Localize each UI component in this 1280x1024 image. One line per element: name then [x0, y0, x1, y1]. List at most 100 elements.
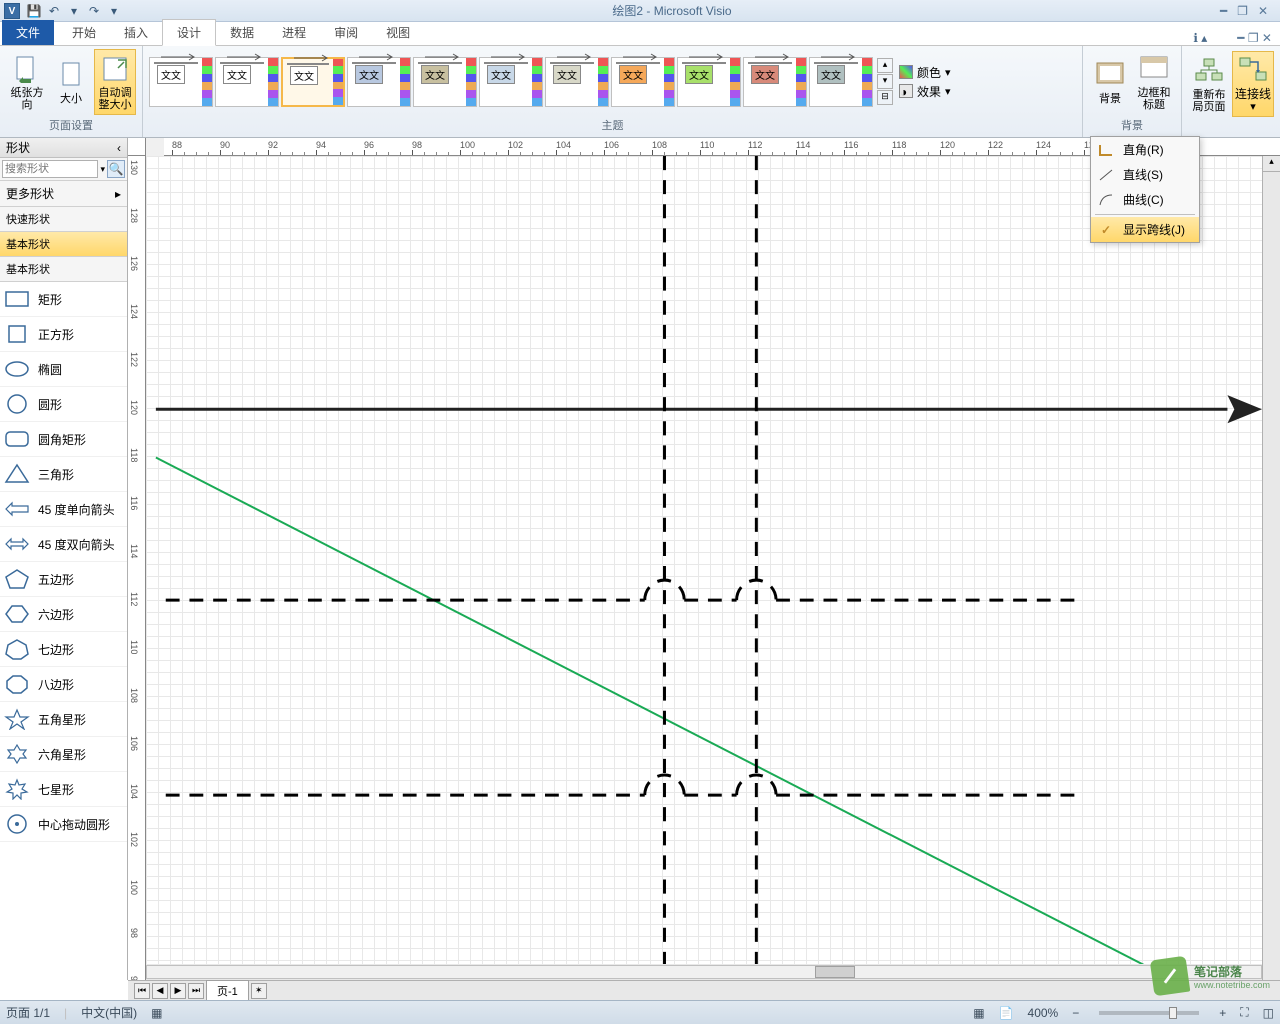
menu-right-angle[interactable]: 直角(R)	[1091, 137, 1199, 162]
status-page: 页面 1/1	[6, 1004, 50, 1021]
stencil-basic[interactable]: 基本形状	[0, 232, 127, 257]
zoom-in[interactable]: +	[1219, 1006, 1226, 1020]
shape-item-9[interactable]: 六边形	[0, 597, 127, 632]
help-icon[interactable]: ℹ ▴	[1193, 31, 1207, 45]
theme-item-2[interactable]: 文文	[281, 57, 345, 107]
minimize-icon[interactable]: ━	[1220, 4, 1227, 18]
shapes-search-button[interactable]: 🔍	[107, 160, 125, 178]
vscrollbar[interactable]: ▴	[1262, 156, 1280, 980]
qat-save[interactable]: 💾	[25, 2, 43, 20]
tab-view[interactable]: 视图	[372, 20, 424, 45]
shape-item-14[interactable]: 七星形	[0, 772, 127, 807]
tab-home[interactable]: 开始	[58, 20, 110, 45]
fit-window-icon[interactable]: ⛶	[1240, 1005, 1248, 1020]
ribbon: 纸张方向 大小 自动调整大小 页面设置 文文文文文文文文文文文文文文文文文文文文…	[0, 46, 1280, 138]
shapes-panel: 形状‹ ▾ 🔍 更多形状▸ 快速形状 基本形状 基本形状 矩形正方形椭圆圆形圆角…	[0, 138, 128, 980]
shape-item-8[interactable]: 五边形	[0, 562, 127, 597]
shape-item-15[interactable]: 中心拖动圆形	[0, 807, 127, 842]
page-prev[interactable]: ◀	[152, 983, 168, 999]
shape-item-2[interactable]: 椭圆	[0, 352, 127, 387]
shape-item-6[interactable]: 45 度单向箭头	[0, 492, 127, 527]
theme-item-5[interactable]: 文文	[479, 57, 543, 107]
page-next[interactable]: ▶	[170, 983, 186, 999]
connectors-button[interactable]: 连接线▾	[1232, 51, 1274, 117]
page-last[interactable]: ⏭	[188, 983, 204, 999]
theme-scroll-up[interactable]: ▴	[877, 58, 893, 73]
relayout-button[interactable]: 重新布局页面	[1188, 51, 1230, 117]
tab-process[interactable]: 进程	[268, 20, 320, 45]
tab-data[interactable]: 数据	[216, 20, 268, 45]
shape-item-11[interactable]: 八边形	[0, 667, 127, 702]
group-layout: 重新布局页面 连接线▾	[1182, 46, 1280, 137]
group-themes: 文文文文文文文文文文文文文文文文文文文文文文 ▴ ▾ ⊟ 颜色 ▾ ◑效果 ▾ …	[143, 46, 1083, 137]
shape-item-3[interactable]: 圆形	[0, 387, 127, 422]
background-button[interactable]: 背景	[1089, 49, 1131, 115]
shape-item-0[interactable]: 矩形	[0, 282, 127, 317]
theme-item-10[interactable]: 文文	[809, 57, 873, 107]
app-icon: V	[4, 3, 20, 19]
theme-item-6[interactable]: 文文	[545, 57, 609, 107]
qat-customize[interactable]: ▾	[105, 2, 123, 20]
hscrollbar[interactable]	[146, 964, 1262, 980]
stencil-basic-header: 基本形状	[0, 257, 127, 282]
status-page-width-icon[interactable]: 📄	[999, 1006, 1014, 1020]
drawing-content	[146, 156, 1262, 980]
menu-curved[interactable]: 曲线(C)	[1091, 187, 1199, 212]
shapes-search-input[interactable]	[2, 160, 98, 178]
status-language[interactable]: 中文(中国)	[81, 1004, 137, 1021]
shape-item-7[interactable]: 45 度双向箭头	[0, 527, 127, 562]
menu-straight[interactable]: 直线(S)	[1091, 162, 1199, 187]
theme-item-3[interactable]: 文文	[347, 57, 411, 107]
status-zoom[interactable]: 400%	[1028, 1006, 1059, 1020]
page-tab-1[interactable]: 页-1	[206, 980, 249, 1002]
size-button[interactable]: 大小	[50, 49, 92, 115]
watermark: 笔记部落 www.notetribe.com	[1152, 958, 1270, 994]
tab-design[interactable]: 设计	[162, 19, 216, 46]
restore-icon[interactable]: ❐	[1237, 4, 1248, 18]
tab-review[interactable]: 审阅	[320, 20, 372, 45]
qat-redo[interactable]: ↷	[85, 2, 103, 20]
theme-scroll-down[interactable]: ▾	[877, 74, 893, 89]
connector-dropdown-menu: 直角(R) 直线(S) 曲线(C) ✓显示跨线(J)	[1090, 136, 1200, 243]
status-macro-icon[interactable]: ▦	[151, 1006, 162, 1020]
page-first[interactable]: ⏮	[134, 983, 150, 999]
stencil-quick[interactable]: 快速形状	[0, 207, 127, 232]
menu-show-jumps[interactable]: ✓显示跨线(J)	[1091, 217, 1199, 242]
theme-item-0[interactable]: 文文	[149, 57, 213, 107]
autosize-button[interactable]: 自动调整大小	[94, 49, 136, 115]
status-view-icon[interactable]: ▦	[973, 1006, 984, 1020]
theme-colors-button[interactable]: 颜色 ▾	[899, 64, 951, 81]
statusbar: 页面 1/1 | 中文(中国) ▦ ▦ 📄 400% − + ⛶ ◫	[0, 1000, 1280, 1024]
shape-item-1[interactable]: 正方形	[0, 317, 127, 352]
theme-item-9[interactable]: 文文	[743, 57, 807, 107]
group-backgrounds: 背景 边框和标题 背景	[1083, 46, 1182, 137]
tab-file[interactable]: 文件	[2, 20, 54, 45]
borders-titles-button[interactable]: 边框和标题	[1133, 49, 1175, 115]
theme-item-8[interactable]: 文文	[677, 57, 741, 107]
orientation-button[interactable]: 纸张方向	[6, 49, 48, 115]
zoom-slider[interactable]	[1099, 1011, 1199, 1015]
tab-insert[interactable]: 插入	[110, 20, 162, 45]
window-controls-2[interactable]: ━ ❐ ✕	[1237, 31, 1272, 45]
stencil-more[interactable]: 更多形状▸	[0, 181, 127, 207]
shape-item-13[interactable]: 六角星形	[0, 737, 127, 772]
qat-more[interactable]: ▾	[65, 2, 83, 20]
group-label-pagesetup: 页面设置	[6, 115, 136, 135]
fullscreen-icon[interactable]: ◫	[1263, 1006, 1274, 1020]
ruler-vertical[interactable]: 1301281261241221201181161141121101081061…	[128, 156, 146, 980]
theme-more[interactable]: ⊟	[877, 90, 893, 105]
qat-undo[interactable]: ↶	[45, 2, 63, 20]
shape-item-5[interactable]: 三角形	[0, 457, 127, 492]
theme-item-7[interactable]: 文文	[611, 57, 675, 107]
shape-item-12[interactable]: 五角星形	[0, 702, 127, 737]
theme-item-1[interactable]: 文文	[215, 57, 279, 107]
theme-item-4[interactable]: 文文	[413, 57, 477, 107]
close-icon[interactable]: ✕	[1258, 4, 1268, 18]
shape-item-4[interactable]: 圆角矩形	[0, 422, 127, 457]
zoom-out[interactable]: −	[1072, 1006, 1079, 1020]
drawing-canvas[interactable]	[146, 156, 1262, 980]
shape-item-10[interactable]: 七边形	[0, 632, 127, 667]
theme-gallery[interactable]: 文文文文文文文文文文文文文文文文文文文文文文	[149, 57, 873, 107]
theme-effects-button[interactable]: ◑效果 ▾	[899, 83, 951, 100]
page-add[interactable]: ✶	[251, 983, 267, 999]
